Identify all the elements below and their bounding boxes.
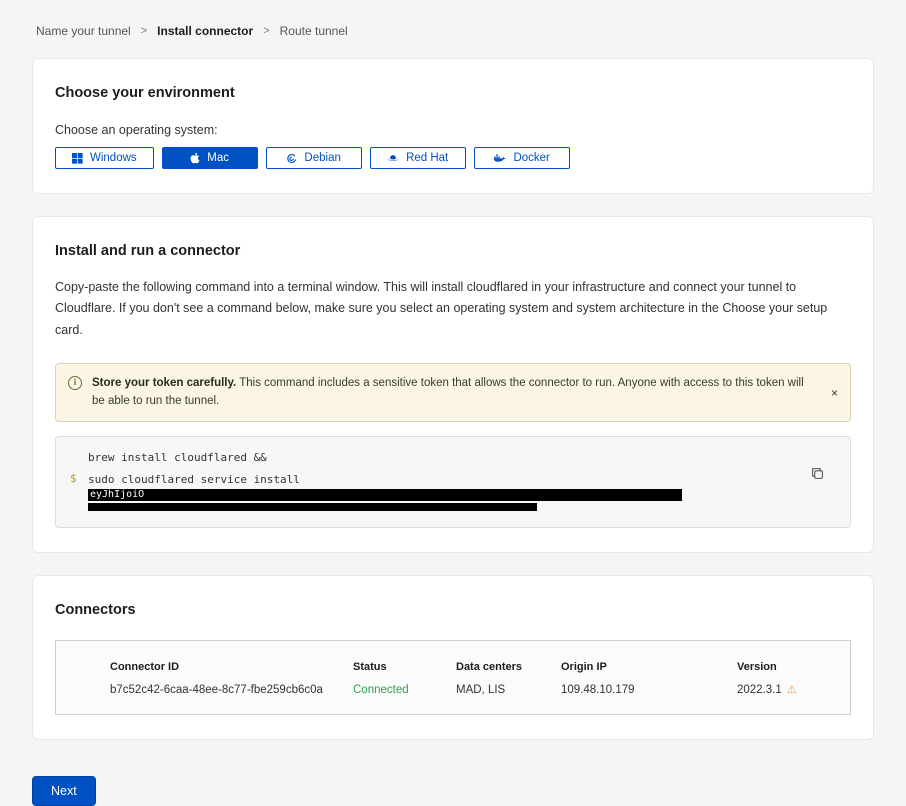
token-warning-alert: i Store your token carefully. This comma… bbox=[55, 363, 851, 423]
token-warning-text: Store your token carefully. This command… bbox=[92, 375, 814, 411]
breadcrumb-step-name-your-tunnel[interactable]: Name your tunnel bbox=[36, 24, 131, 38]
redhat-logo-icon bbox=[387, 153, 399, 163]
environment-card-title: Choose your environment bbox=[55, 85, 851, 101]
status-badge: Connected bbox=[353, 684, 456, 696]
os-chooser-label: Choose an operating system: bbox=[55, 123, 851, 137]
col-header-connector-id: Connector ID bbox=[110, 661, 353, 673]
connectors-card: Connectors Connector ID Status Data cent… bbox=[32, 575, 874, 740]
code-line-2: sudo cloudflared service install bbox=[88, 473, 810, 488]
os-button-windows[interactable]: Windows bbox=[55, 147, 154, 169]
breadcrumb: Name your tunnel > Install connector > R… bbox=[32, 0, 874, 58]
debian-logo-icon bbox=[286, 153, 297, 164]
install-card-description: Copy-paste the following command into a … bbox=[55, 277, 851, 341]
table-row: b7c52c42-6caa-48ee-8c77-fbe259cb6c0a Con… bbox=[56, 683, 850, 696]
os-button-redhat[interactable]: Red Hat bbox=[370, 147, 466, 169]
windows-logo-icon bbox=[72, 153, 83, 164]
version-warning-icon: ⚠ bbox=[787, 683, 797, 696]
os-button-label: Windows bbox=[90, 152, 137, 164]
redacted-token-line-2 bbox=[88, 503, 537, 511]
os-button-debian[interactable]: Debian bbox=[266, 147, 362, 169]
os-button-label: Mac bbox=[207, 152, 229, 164]
install-connector-card: Install and run a connector Copy-paste t… bbox=[32, 216, 874, 553]
install-card-title: Install and run a connector bbox=[55, 243, 851, 259]
os-button-mac[interactable]: Mac bbox=[162, 147, 258, 169]
cell-connector-id: b7c52c42-6caa-48ee-8c77-fbe259cb6c0a bbox=[110, 684, 353, 696]
page-container: Name your tunnel > Install connector > R… bbox=[0, 0, 906, 806]
code-lines: brew install cloudflared && sudo cloudfl… bbox=[88, 451, 810, 511]
breadcrumb-separator: > bbox=[141, 25, 147, 37]
os-button-row: Windows Mac Debian Red Hat bbox=[55, 147, 851, 169]
connectors-table-header: Connector ID Status Data centers Origin … bbox=[56, 661, 850, 673]
next-button[interactable]: Next bbox=[32, 776, 96, 806]
version-number: 2022.3.1 bbox=[737, 684, 782, 696]
redacted-token-line-1: eyJhIjoiO bbox=[88, 489, 682, 501]
os-button-label: Debian bbox=[304, 152, 340, 164]
cell-data-centers: MAD, LIS bbox=[456, 684, 561, 696]
environment-card: Choose your environment Choose an operat… bbox=[32, 58, 874, 194]
token-warning-bold: Store your token carefully. bbox=[92, 377, 236, 389]
shell-prompt: $ bbox=[70, 451, 82, 511]
os-button-label: Red Hat bbox=[406, 152, 448, 164]
footer: Next bbox=[32, 762, 874, 806]
close-icon[interactable]: × bbox=[831, 386, 838, 400]
breadcrumb-step-install-connector[interactable]: Install connector bbox=[157, 24, 253, 38]
code-line-1: brew install cloudflared && bbox=[88, 451, 810, 466]
breadcrumb-step-route-tunnel[interactable]: Route tunnel bbox=[280, 24, 348, 38]
copy-icon[interactable] bbox=[811, 467, 824, 483]
install-command-codeblock: $ brew install cloudflared && sudo cloud… bbox=[55, 436, 851, 528]
breadcrumb-separator: > bbox=[263, 25, 269, 37]
cell-origin-ip: 109.48.10.179 bbox=[561, 684, 737, 696]
apple-logo-icon bbox=[190, 152, 200, 164]
info-circle-icon: i bbox=[68, 376, 82, 390]
os-button-label: Docker bbox=[513, 152, 549, 164]
os-button-docker[interactable]: Docker bbox=[474, 147, 570, 169]
col-header-data-centers: Data centers bbox=[456, 661, 561, 673]
cell-version: 2022.3.1 ⚠ bbox=[737, 683, 830, 696]
docker-logo-icon bbox=[493, 153, 506, 163]
connectors-table: Connector ID Status Data centers Origin … bbox=[55, 640, 851, 715]
col-header-origin-ip: Origin IP bbox=[561, 661, 737, 673]
col-header-version: Version bbox=[737, 661, 830, 673]
col-header-status: Status bbox=[353, 661, 456, 673]
connectors-card-title: Connectors bbox=[55, 602, 851, 618]
